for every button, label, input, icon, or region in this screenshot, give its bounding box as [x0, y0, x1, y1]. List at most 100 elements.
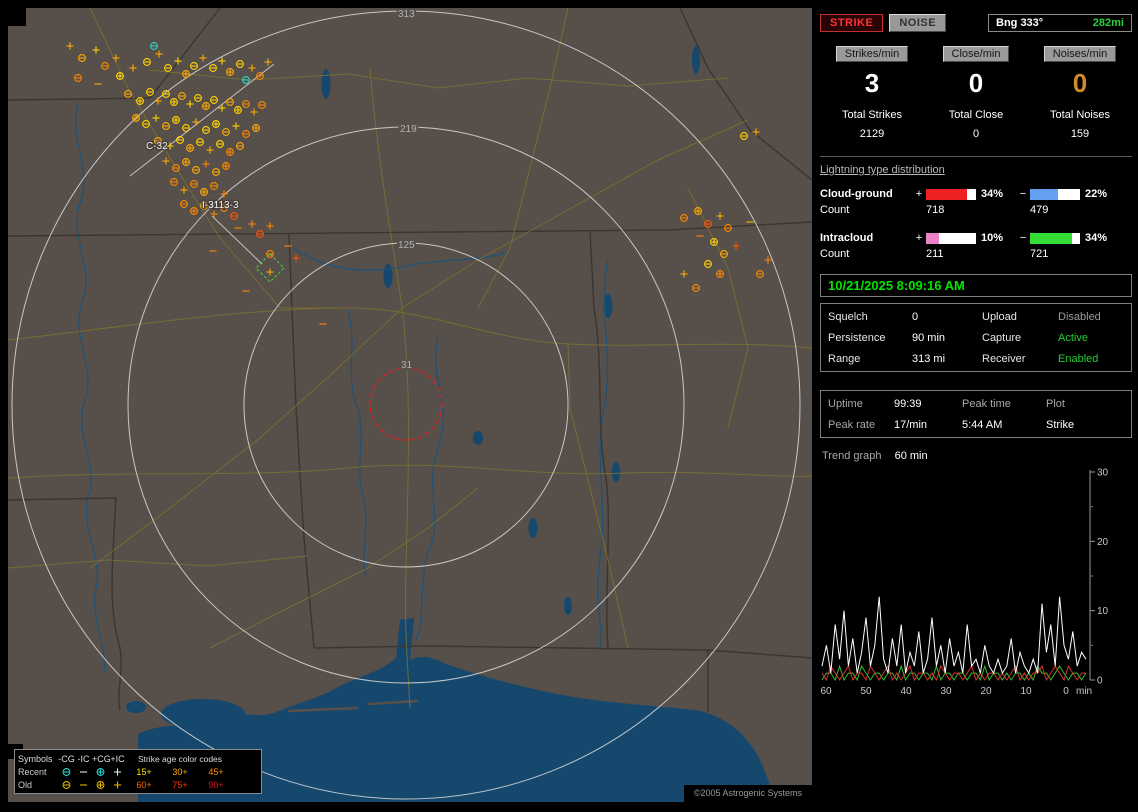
settings-box: Squelch 0 Upload Disabled Persistence 90… [820, 303, 1132, 372]
section-divider [820, 156, 1132, 157]
trend-y-tick-label: 30 [1097, 468, 1109, 479]
trend-graph-header: Trend graph 60 min [822, 450, 1132, 462]
copyright-text: ©2005 Astrogenic Systems [683, 785, 812, 802]
ic-minus-count: 721 [1030, 248, 1049, 260]
peak-rate-label: Peak rate [828, 419, 876, 431]
legend-age-code: 15+ [136, 766, 152, 777]
trend-x-tick-label: 10 [1020, 686, 1032, 697]
distribution-table: Cloud-ground + 34% − 22% Count 718 479 I… [820, 188, 1132, 260]
total-noises-value: 159 [1070, 128, 1090, 140]
map-svg[interactable]: 313 219 125 31 C-32 I-3113-3 [8, 8, 812, 802]
peak-time-label: Peak time [962, 398, 1011, 410]
legend-symbol-cm [58, 766, 75, 778]
total-strikes-value: 2129 [859, 128, 885, 140]
cg-minus-pct: 22% [1085, 188, 1108, 200]
ic-plus-count: 211 [926, 248, 944, 260]
ring-distance-label: 219 [400, 124, 417, 135]
strike-symbol [226, 68, 234, 76]
strike-symbol [226, 148, 234, 156]
trend-x-tick-label: 50 [860, 686, 872, 697]
trend-y-tick-label: 20 [1097, 537, 1109, 548]
storm-cell-label: C-32 [146, 141, 168, 152]
legend-symbol-cp [92, 766, 109, 778]
squelch-label: Squelch [828, 311, 868, 323]
bearing-label: Bng 333° [996, 17, 1044, 29]
plot-value: Strike [1046, 419, 1075, 431]
cg-plus-bar [926, 188, 976, 200]
strike-symbol [252, 124, 260, 132]
lightning-map[interactable]: 313 219 125 31 C-32 I-3113-3 Symbols -CG -IC… [8, 8, 812, 802]
map-legend: Symbols -CG -IC +CG +IC Strike age color… [14, 749, 262, 794]
trend-graph: 30 20 10 0 60 50 40 30 20 10 0 min [820, 468, 1109, 698]
total-noises-label: Total Noises [1050, 109, 1110, 121]
strike-symbol [710, 238, 718, 246]
plus-sign: + [915, 188, 923, 200]
cg-plus-count: 718 [926, 204, 945, 216]
strike-symbol [200, 188, 208, 196]
strikes-per-min-chip[interactable]: Strikes/min [835, 46, 909, 62]
cg-minus-bar [1030, 188, 1080, 200]
legend-row-label: Old [18, 779, 33, 790]
legend-age-code: 30+ [172, 766, 188, 777]
squelch-value: 0 [912, 311, 919, 323]
rate-values: 3 0 0 [820, 62, 1132, 99]
ic-plus-pct: 10% [981, 232, 1004, 244]
legend-age-code: 45+ [208, 766, 224, 777]
peak-rate-value: 17/min [894, 419, 928, 431]
capture-label: Capture [982, 332, 1022, 344]
strike-symbol [116, 72, 124, 80]
strike-symbol [694, 207, 702, 215]
strike-symbol [190, 207, 198, 215]
rate-chips: Strikes/min Close/min Noises/min [820, 46, 1132, 62]
trend-x-unit-label: min [1076, 686, 1092, 697]
upload-value: Disabled [1058, 311, 1101, 323]
strike-symbol [132, 114, 140, 122]
uptime-value: 99:39 [894, 398, 922, 410]
noise-indicator[interactable]: NOISE [889, 14, 947, 32]
strike-symbol [172, 116, 180, 124]
peak-time-value: 5:44 AM [962, 419, 1003, 431]
datetime-value: 10/21/2025 8:09:16 AM [828, 278, 965, 293]
datetime-box: 10/21/2025 8:09:16 AM [820, 274, 1132, 297]
close-per-min-chip[interactable]: Close/min [942, 46, 1010, 62]
cloud-ground-label: Cloud-ground [820, 188, 893, 200]
map-corner-artifact [8, 8, 26, 26]
total-close-value: 0 [972, 128, 980, 140]
legend-symbol-cm [58, 779, 75, 791]
legend-col-pcg: +CG [92, 753, 111, 764]
persistence-value: 90 min [912, 332, 946, 344]
noises-per-min-chip[interactable]: Noises/min [1043, 46, 1117, 62]
trend-series [821, 596, 1087, 675]
bearing-value: 282mi [1092, 17, 1124, 29]
range-value: 313 mi [912, 353, 946, 365]
legend-symbol-m [75, 779, 92, 791]
noises-per-min-value: 0 [1072, 68, 1088, 98]
trend-x-tick-label: 30 [940, 686, 952, 697]
bearing-box: Bng 333° 282mi [988, 14, 1132, 32]
strike-symbol [716, 270, 724, 278]
stats-box: Uptime 99:39 Peak time Plot Peak rate 17… [820, 390, 1132, 438]
legend-row: Old 60+ 75+ 90+ [18, 778, 258, 791]
cg-minus-count: 479 [1030, 204, 1049, 216]
ring-distance-label: 31 [401, 360, 413, 371]
close-per-min-value: 0 [968, 68, 984, 98]
strike-symbol [202, 102, 210, 110]
legend-col-pic: +IC [110, 753, 125, 764]
strike-indicator[interactable]: STRIKE [820, 14, 884, 32]
legend-row-label: Recent [18, 766, 47, 777]
upload-label: Upload [982, 311, 1017, 323]
uptime-label: Uptime [828, 398, 863, 410]
legend-row: Recent 15+ 30+ 45+ [18, 765, 258, 778]
legend-col-nic: -IC [77, 753, 90, 764]
receiver-label: Receiver [982, 353, 1026, 365]
trend-x-tick-label: 60 [820, 686, 832, 697]
storm-cell-label: I-3113-3 [202, 200, 239, 211]
ic-minus-pct: 34% [1085, 232, 1108, 244]
range-label: Range [828, 353, 861, 365]
totals-row: Total Strikes 2129 Total Close 0 Total N… [820, 109, 1132, 140]
strike-symbol [222, 162, 230, 170]
plus-sign: + [915, 232, 923, 244]
legend-age-title: Strike age color codes [137, 753, 223, 764]
intracloud-label: Intracloud [820, 232, 874, 244]
strike-symbol [170, 98, 178, 106]
